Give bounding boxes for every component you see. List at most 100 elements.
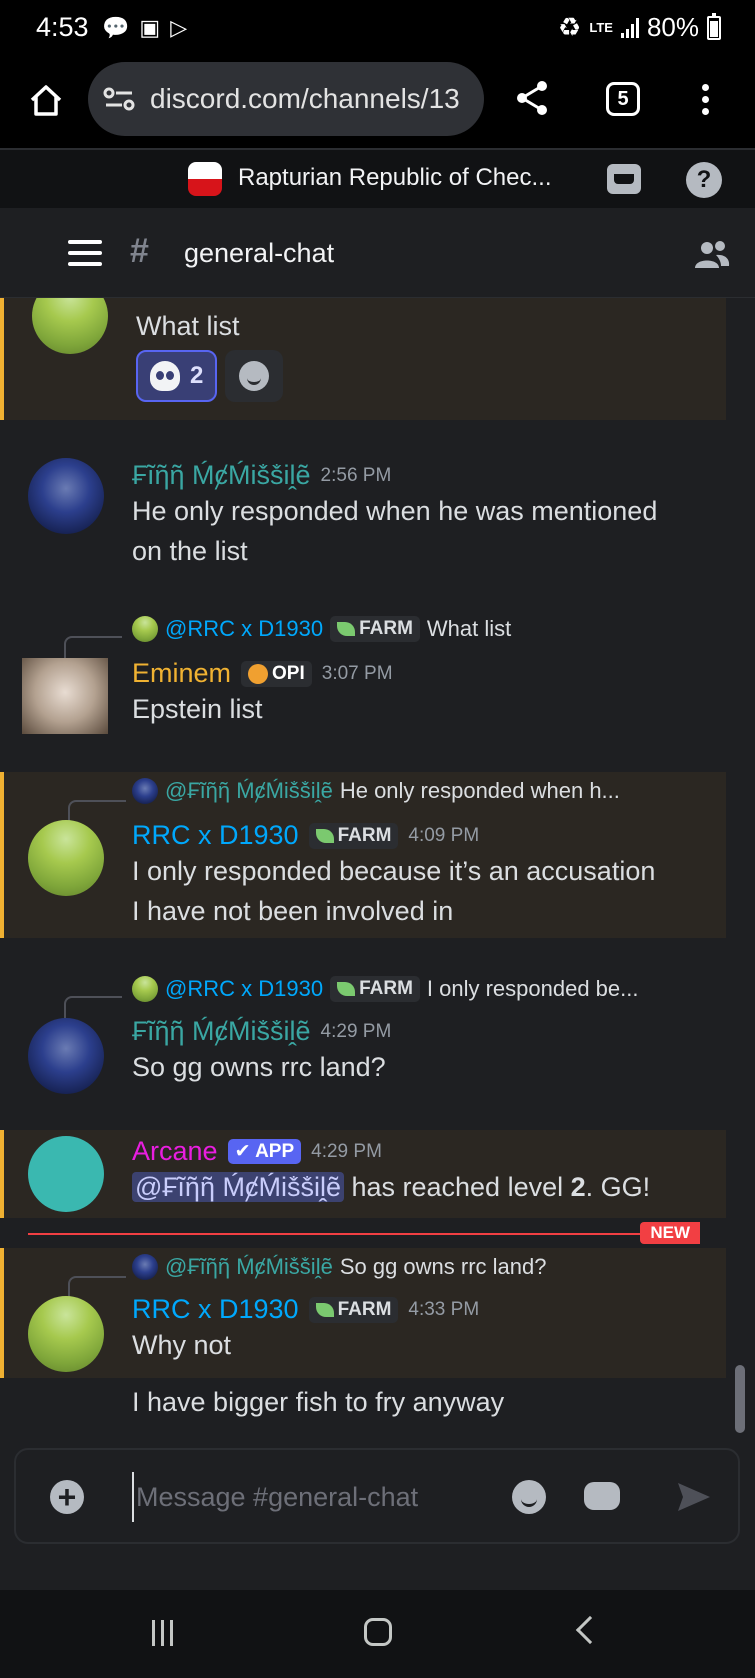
reply-preview[interactable]: @RRC x D1930 FARM What list	[132, 616, 716, 642]
attach-plus-icon[interactable]: +	[50, 1480, 84, 1514]
home-nav-icon[interactable]	[364, 1618, 392, 1646]
add-reaction-button[interactable]	[225, 350, 284, 402]
scrollbar-thumb[interactable]	[735, 1365, 745, 1433]
message-item[interactable]: Arcane ✔ APP 4:29 PM @₣ĩῆῆ ḾȼḾiṧṧiḽẽ has…	[0, 1130, 726, 1218]
reply-preview[interactable]: @₣ĩῆῆ ḾȼḾiṧṧiḽẽ So gg owns rrc land?	[132, 1254, 716, 1280]
site-settings-icon[interactable]	[102, 84, 136, 114]
channel-name[interactable]: general-chat	[184, 238, 334, 269]
role-tag: OPI	[241, 660, 312, 687]
timestamp: 4:09 PM	[408, 824, 480, 846]
level-number: 2	[570, 1172, 586, 1202]
home-icon[interactable]	[26, 80, 66, 120]
skull-icon	[248, 663, 269, 684]
reply-connector	[64, 996, 122, 1018]
notification-icons: 💬 ▣ ▷	[102, 14, 187, 42]
message-text: So gg owns rrc land?	[132, 1052, 386, 1082]
avatar[interactable]	[22, 658, 108, 734]
avatar[interactable]	[28, 820, 104, 896]
chat-bubble-icon: 💬	[102, 15, 130, 40]
message-item[interactable]: @₣ĩῆῆ ḾȼḾiṧṧiḽẽ He only responded when h…	[0, 772, 726, 938]
author-name[interactable]: RRC x D1930	[132, 1294, 299, 1325]
reply-connector	[68, 1276, 126, 1298]
back-icon[interactable]	[575, 1615, 605, 1645]
message-text-line: I have bigger fish to fry anyway	[132, 1387, 505, 1417]
battery-percent: 80%	[646, 12, 699, 42]
message-item[interactable]: ₣ĩῆῆ ḾȼḾiṧṧiḽẽ 2:56 PM He only responded…	[0, 458, 726, 568]
message-input[interactable]	[132, 1472, 482, 1522]
activities-gamepad-icon[interactable]	[584, 1482, 620, 1510]
reply-avatar	[132, 778, 158, 804]
role-tag: FARM	[308, 1296, 399, 1323]
avatar[interactable]	[28, 458, 104, 534]
tab-switcher-button[interactable]: 5	[606, 82, 640, 116]
hamburger-menu-icon[interactable]	[68, 240, 102, 266]
avatar[interactable]	[28, 1018, 104, 1094]
status-time: 4:53	[36, 12, 89, 42]
reaction-count: 2	[190, 362, 204, 389]
server-name[interactable]: Rapturian Republic of Chec...	[238, 164, 552, 192]
author-name[interactable]: RRC x D1930	[132, 820, 299, 851]
author-name[interactable]: Eminem	[132, 658, 231, 689]
role-tag: FARM	[308, 822, 399, 849]
author-name[interactable]: Arcane	[132, 1136, 218, 1167]
browser-toolbar: discord.com/channels/13 5	[0, 58, 755, 150]
skull-icon	[150, 361, 180, 391]
signal-icon	[620, 17, 639, 38]
timestamp: 4:29 PM	[320, 1020, 392, 1042]
add-reaction-icon	[239, 361, 270, 391]
reply-snippet: I only responded be...	[426, 976, 639, 1001]
status-bar: 4:53 💬 ▣ ▷ ♻ LTE 80%	[0, 0, 755, 58]
reactions: 2	[136, 350, 716, 402]
message-text-line: on the list	[132, 536, 248, 566]
reply-preview[interactable]: @RRC x D1930 FARM I only responded be...	[132, 976, 716, 1002]
message-text: What list	[136, 311, 240, 341]
author-name[interactable]: ₣ĩῆῆ ḾȼḾiṧṧiḽẽ	[132, 1016, 311, 1047]
image-icon: ▣	[139, 15, 161, 40]
new-messages-divider: NEW	[28, 1222, 700, 1244]
url-text: discord.com/channels/13	[150, 83, 460, 114]
play-icon: ▷	[170, 15, 188, 40]
message-item[interactable]: @RRC x D1930 FARM What list Eminem OPI 3…	[0, 616, 726, 746]
timestamp: 3:07 PM	[321, 662, 393, 684]
battery-icon	[707, 12, 721, 40]
message-item[interactable]: What list 2	[0, 298, 726, 420]
overflow-menu-icon[interactable]	[702, 84, 712, 118]
reply-preview[interactable]: @₣ĩῆῆ ḾȼḾiṧṧiḽẽ He only responded when h…	[132, 778, 716, 804]
leaf-icon	[315, 828, 334, 843]
server-flag-icon	[188, 162, 222, 196]
message-text-line: I only responded because it’s an accusat…	[132, 856, 656, 886]
leaf-icon	[337, 622, 356, 636]
reply-mention: @₣ĩῆῆ ḾȼḾiṧṧiḽẽ	[165, 1254, 333, 1279]
message-item[interactable]: @₣ĩῆῆ ḾȼḾiṧṧiḽẽ So gg owns rrc land? RRC…	[0, 1248, 726, 1378]
timestamp: 4:29 PM	[311, 1140, 382, 1162]
user-mention[interactable]: @₣ĩῆῆ ḾȼḾiṧṧiḽẽ	[132, 1172, 344, 1202]
reply-connector	[64, 636, 122, 658]
message-item[interactable]: @RRC x D1930 FARM I only responded be...…	[0, 976, 726, 1094]
avatar[interactable]	[28, 1136, 104, 1212]
server-header[interactable]: Rapturian Republic of Chec... ?	[0, 150, 755, 208]
message-text-line: I have not been involved in	[132, 896, 454, 926]
send-icon[interactable]	[676, 1480, 712, 1514]
members-icon[interactable]	[694, 238, 730, 270]
share-icon[interactable]	[512, 78, 552, 118]
help-icon[interactable]: ?	[686, 162, 722, 198]
message-text-line: Why not	[132, 1330, 232, 1360]
message-text: @₣ĩῆῆ ḾȼḾiṧṧiḽẽ has reached level 2. GG!	[132, 1167, 716, 1207]
author-name[interactable]: ₣ĩῆῆ ḾȼḾiṧṧiḽẽ	[132, 460, 311, 491]
avatar[interactable]	[32, 298, 108, 354]
leaf-icon	[315, 1302, 334, 1317]
message-list[interactable]: What list 2 ₣ĩῆῆ ḾȼḾiṧṧiḽẽ 2:56 PM He on…	[0, 298, 755, 1443]
reaction-skull[interactable]: 2	[136, 350, 218, 402]
avatar[interactable]	[28, 1296, 104, 1372]
address-bar[interactable]: discord.com/channels/13	[88, 62, 484, 136]
status-right: ♻ LTE 80%	[558, 12, 721, 43]
recycle-icon: ♻	[558, 12, 582, 42]
emoji-icon[interactable]	[512, 1480, 546, 1514]
reply-tag: FARM	[330, 616, 420, 642]
recent-apps-icon[interactable]	[152, 1620, 180, 1648]
network-type: LTE	[589, 19, 613, 35]
leaf-icon	[337, 982, 356, 996]
reply-snippet: What list	[426, 616, 512, 641]
app-tag: ✔ APP	[227, 1139, 302, 1164]
inbox-icon[interactable]	[607, 164, 641, 194]
